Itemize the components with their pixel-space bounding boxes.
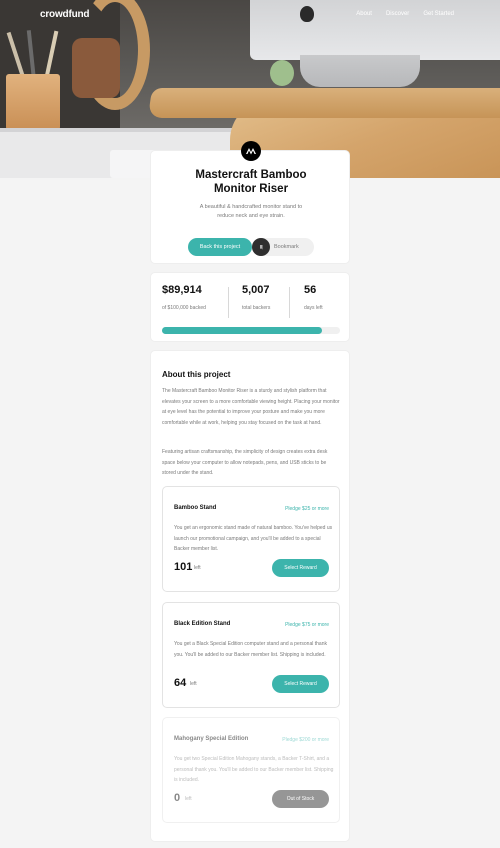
project-description: A beautiful & handcrafted monitor stand … <box>199 204 303 219</box>
top-nav: crowdfund About Discover Get Started <box>0 0 500 30</box>
reward-pledge: Pledge $25 or more <box>285 506 329 512</box>
stat-days: 56 days left <box>304 284 323 311</box>
about-title: About this project <box>162 370 231 379</box>
reward-count: 64 <box>174 677 187 689</box>
reward-description: You get an ergonomic stand made of natur… <box>174 525 333 553</box>
stat-backed: $89,914 of $100,000 backed <box>162 284 206 311</box>
nav-link-discover[interactable]: Discover <box>386 11 409 17</box>
project-card: Mastercraft Bamboo Monitor Riser A beaut… <box>150 141 350 264</box>
project-title: Mastercraft Bamboo Monitor Riser <box>195 169 307 195</box>
bookmark-label: Bookmark <box>274 244 299 250</box>
nav-link-about[interactable]: About <box>356 11 372 17</box>
reward-count: 101 <box>174 561 193 573</box>
bookmark-button[interactable]: Bookmark <box>252 238 314 256</box>
progress-bar <box>162 327 340 334</box>
about-paragraph-1: The Mastercraft Bamboo Monitor Riser is … <box>162 388 340 426</box>
progress-fill <box>162 327 323 334</box>
select-reward-button[interactable]: Select Reward <box>272 559 329 577</box>
reward-pledge: Pledge $200 or more <box>282 737 329 743</box>
brand-logo[interactable]: crowdfund <box>40 9 90 20</box>
stats-card: $89,914 of $100,000 backed 5,007 total b… <box>150 272 350 342</box>
about-card: About this project The Mastercraft Bambo… <box>150 350 350 842</box>
mastercraft-logo-icon <box>241 141 261 161</box>
backers-count: 5,007 <box>242 284 270 296</box>
divider <box>228 287 229 318</box>
back-project-button[interactable]: Back this project <box>188 238 252 256</box>
stat-backers: 5,007 total backers <box>242 284 270 311</box>
nav-link-get-started[interactable]: Get Started <box>423 11 454 17</box>
reward-name: Black Edition Stand <box>174 621 231 627</box>
reward-pledge: Pledge $75 or more <box>285 622 329 628</box>
reward-left-label: left <box>194 565 201 571</box>
out-of-stock-button: Out of Stock <box>272 790 329 808</box>
reward-description: You get two Special Edition Mahogany sta… <box>174 756 334 784</box>
backed-amount: $89,914 <box>162 284 202 296</box>
backed-label: of $100,000 backed <box>162 305 206 311</box>
reward-left-label: left <box>185 796 192 802</box>
divider <box>289 287 290 318</box>
days-count: 56 <box>304 284 317 296</box>
reward-description: You get a Black Special Edition computer… <box>174 641 327 658</box>
reward-count: 0 <box>174 792 181 804</box>
reward-name: Bamboo Stand <box>174 505 217 511</box>
reward-left-label: left <box>190 681 197 687</box>
select-reward-button[interactable]: Select Reward <box>272 675 329 693</box>
days-label: days left <box>304 305 323 311</box>
reward-name: Mahogany Special Edition <box>174 736 249 742</box>
about-paragraph-2: Featuring artisan craftsmanship, the sim… <box>162 449 328 477</box>
bookmark-icon <box>252 238 270 256</box>
reward-card-bamboo: Bamboo Stand Pledge $25 or more You get … <box>162 486 340 592</box>
backers-label: total backers <box>242 305 271 311</box>
reward-card-black-edition: Black Edition Stand Pledge $75 or more Y… <box>162 602 340 708</box>
reward-card-mahogany: Mahogany Special Edition Pledge $200 or … <box>162 717 340 823</box>
